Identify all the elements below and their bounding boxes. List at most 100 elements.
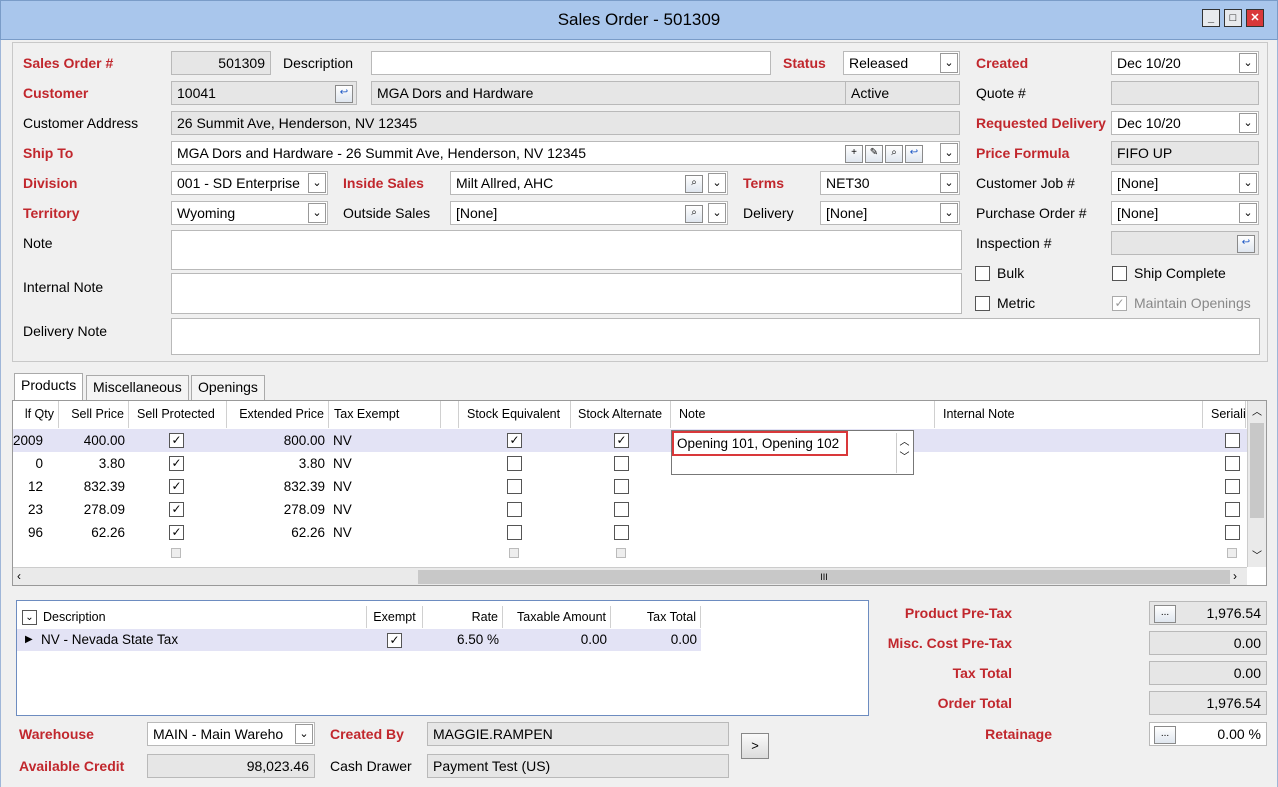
sell-protected-checkbox[interactable]: ✓ xyxy=(169,433,184,448)
tax-exempt-cell[interactable]: NV xyxy=(333,475,393,498)
stock-alternate-checkbox[interactable] xyxy=(614,456,629,471)
table-row[interactable]: 96 62.26 ✓ 62.26 NV xyxy=(13,521,1247,544)
sell-protected-checkbox[interactable]: ✓ xyxy=(169,525,184,540)
note-editor-input[interactable]: Opening 101, Opening 102 xyxy=(672,431,848,456)
internal-note-input[interactable] xyxy=(171,273,962,314)
inside-sales-select[interactable]: Milt Allred, AHC ⌕ ⌄ xyxy=(450,171,728,195)
note-input[interactable] xyxy=(171,230,962,270)
note-editor-scroll[interactable]: ︿ ﹀ xyxy=(896,433,912,473)
stock-alternate-checkbox[interactable] xyxy=(614,502,629,517)
new-address-icon[interactable]: + xyxy=(845,145,863,163)
close-button[interactable]: ✕ xyxy=(1246,9,1264,27)
stock-alternate-checkbox[interactable] xyxy=(614,525,629,540)
qty-cell[interactable]: 12 xyxy=(13,475,47,498)
purchase-order-select[interactable]: [None] ⌄ xyxy=(1111,201,1259,225)
table-row[interactable]: 2009 400.00 ✓ 800.00 NV ✓ ✓ xyxy=(13,429,1247,452)
qty-cell[interactable]: 2009 xyxy=(13,429,47,452)
stock-alternate-checkbox[interactable]: ✓ xyxy=(614,433,629,448)
tab-openings[interactable]: Openings xyxy=(191,375,265,400)
stock-equivalent-checkbox[interactable] xyxy=(507,456,522,471)
outside-sales-select[interactable]: [None] ⌕ ⌄ xyxy=(450,201,728,225)
tax-exempt-cell[interactable]: NV xyxy=(333,429,393,452)
customer-job-select[interactable]: [None] ⌄ xyxy=(1111,171,1259,195)
chevron-down-icon[interactable]: ⌄ xyxy=(1239,173,1257,193)
column-header[interactable]: Tax Exempt xyxy=(329,401,441,428)
new-row[interactable] xyxy=(13,544,1247,562)
tax-exempt-cell[interactable]: NV xyxy=(333,498,393,521)
stock-equivalent-checkbox[interactable] xyxy=(507,502,522,517)
ellipsis-button[interactable]: ... xyxy=(1154,726,1176,744)
scroll-left-icon[interactable]: ‹ xyxy=(17,569,21,583)
chevron-down-icon[interactable]: ⌄ xyxy=(295,724,313,744)
column-header[interactable]: Stock Equivalent xyxy=(459,401,571,428)
serialized-checkbox[interactable] xyxy=(1225,433,1240,448)
qty-cell[interactable]: 96 xyxy=(13,521,47,544)
chevron-down-icon[interactable]: ⌄ xyxy=(1239,203,1257,223)
sell-price-cell[interactable]: 832.39 xyxy=(59,475,129,498)
search-icon[interactable]: ⌕ xyxy=(885,145,903,163)
sell-price-cell[interactable]: 400.00 xyxy=(59,429,129,452)
maximize-button[interactable]: □ xyxy=(1224,9,1242,27)
stock-alternate-checkbox[interactable] xyxy=(614,479,629,494)
column-header[interactable]: Extended Price xyxy=(227,401,329,428)
table-row[interactable]: ▶ NV - Nevada State Tax ✓ 6.50 % 0.00 0.… xyxy=(17,629,701,651)
stock-equivalent-checkbox[interactable] xyxy=(507,525,522,540)
chevron-down-icon[interactable]: ⌄ xyxy=(708,173,726,193)
new-row-checkbox[interactable] xyxy=(509,548,519,558)
table-row[interactable]: 23 278.09 ✓ 278.09 NV xyxy=(13,498,1247,521)
column-header[interactable]: Description xyxy=(43,606,367,628)
scroll-up-icon[interactable]: ︿ xyxy=(1250,403,1264,418)
chevron-down-icon[interactable]: ⌄ xyxy=(1239,113,1257,133)
terms-select[interactable]: NET30 ⌄ xyxy=(820,171,960,195)
chevron-down-icon[interactable]: ⌄ xyxy=(940,203,958,223)
horizontal-scrollbar[interactable]: ‹ III › xyxy=(13,567,1247,585)
serialized-checkbox[interactable] xyxy=(1225,479,1240,494)
qty-cell[interactable]: 0 xyxy=(13,452,47,475)
created-date-select[interactable]: Dec 10/20 ⌄ xyxy=(1111,51,1259,75)
ship-complete-checkbox[interactable] xyxy=(1112,266,1127,281)
ellipsis-button[interactable]: ... xyxy=(1154,605,1176,623)
column-header[interactable]: Internal Note xyxy=(935,401,1203,428)
tax-exempt-cell[interactable]: NV xyxy=(333,452,393,475)
column-header[interactable]: Exempt xyxy=(367,606,423,628)
sell-protected-checkbox[interactable]: ✓ xyxy=(169,456,184,471)
column-header[interactable]: Serializ xyxy=(1203,401,1246,428)
sell-protected-checkbox[interactable]: ✓ xyxy=(169,502,184,517)
column-header[interactable]: Note xyxy=(671,401,935,428)
extended-price-cell[interactable]: 800.00 xyxy=(227,429,329,452)
sell-price-cell[interactable]: 62.26 xyxy=(59,521,129,544)
serialized-checkbox[interactable] xyxy=(1225,456,1240,471)
chevron-down-icon[interactable]: ⌄ xyxy=(940,53,958,73)
territory-select[interactable]: Wyoming ⌄ xyxy=(171,201,328,225)
vertical-scrollbar[interactable]: ︿ ﹀ xyxy=(1247,401,1266,567)
column-header[interactable]: Sell Protected xyxy=(129,401,227,428)
chevron-down-icon[interactable]: ⌄ xyxy=(308,173,326,193)
exempt-checkbox[interactable]: ✓ xyxy=(387,633,402,648)
lookup-icon[interactable]: ↩ xyxy=(335,85,353,103)
inspection-field[interactable]: ↩ xyxy=(1111,231,1259,255)
column-header[interactable] xyxy=(441,401,459,428)
customer-id-field[interactable]: 10041 ↩ xyxy=(171,81,357,105)
table-row[interactable]: 12 832.39 ✓ 832.39 NV xyxy=(13,475,1247,498)
table-row[interactable]: 0 3.80 ✓ 3.80 NV xyxy=(13,452,1247,475)
retainage-value[interactable]: ... 0.00 % xyxy=(1149,722,1267,746)
warehouse-select[interactable]: MAIN - Main Wareho ⌄ xyxy=(147,722,315,746)
extended-price-cell[interactable]: 278.09 xyxy=(227,498,329,521)
scrollbar-thumb[interactable]: III xyxy=(418,570,1230,584)
new-row-checkbox[interactable] xyxy=(171,548,181,558)
scroll-down-icon[interactable]: ﹀ xyxy=(1250,547,1264,562)
sell-price-cell[interactable]: 278.09 xyxy=(59,498,129,521)
tab-miscellaneous[interactable]: Miscellaneous xyxy=(86,375,189,400)
stock-equivalent-checkbox[interactable] xyxy=(507,479,522,494)
division-select[interactable]: 001 - SD Enterprise ⌄ xyxy=(171,171,328,195)
extended-price-cell[interactable]: 832.39 xyxy=(227,475,329,498)
new-row-checkbox[interactable] xyxy=(616,548,626,558)
chevron-down-icon[interactable]: ⌄ xyxy=(22,610,37,625)
metric-checkbox[interactable] xyxy=(975,296,990,311)
serialized-checkbox[interactable] xyxy=(1225,502,1240,517)
delivery-note-input[interactable] xyxy=(171,318,1260,355)
ship-to-select[interactable]: MGA Dors and Hardware - 26 Summit Ave, H… xyxy=(171,141,960,165)
description-input[interactable] xyxy=(371,51,771,75)
chevron-down-icon[interactable]: ⌄ xyxy=(940,173,958,193)
requested-delivery-select[interactable]: Dec 10/20 ⌄ xyxy=(1111,111,1259,135)
